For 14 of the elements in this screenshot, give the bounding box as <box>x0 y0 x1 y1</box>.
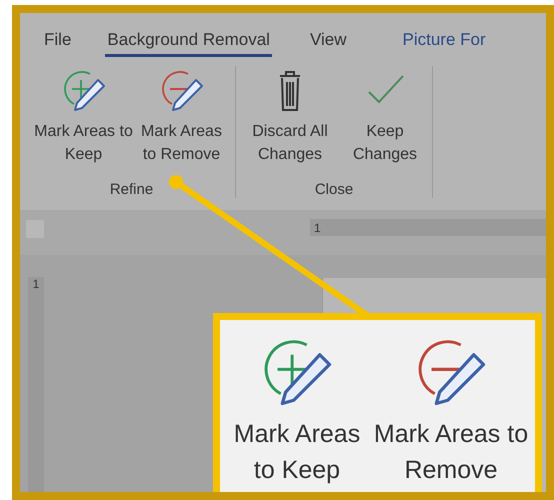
group-label: Refine <box>110 181 154 198</box>
ribbon-button[interactable]: Mark Areas to Keep <box>34 66 134 181</box>
ribbon-tab[interactable]: View <box>308 30 348 57</box>
group-label: Close <box>314 181 354 198</box>
ribbon-tab[interactable]: Picture For <box>400 30 488 57</box>
ribbon-button[interactable]: Keep Changes <box>341 66 429 181</box>
ribbon-button[interactable]: Mark Areas to Remove <box>372 332 530 492</box>
ribbon-tab[interactable]: Background Removal <box>105 30 272 57</box>
ruler-number: 1 <box>32 277 40 293</box>
ribbon-button[interactable]: Discard All Changes <box>239 66 341 181</box>
ribbon-button[interactable]: Mark Areas to Keep <box>222 332 372 492</box>
ribbon-button[interactable]: Mark Areas to Remove <box>134 66 230 181</box>
ruler-number: 1 <box>314 220 321 234</box>
ribbon-tab[interactable]: File <box>42 30 74 57</box>
